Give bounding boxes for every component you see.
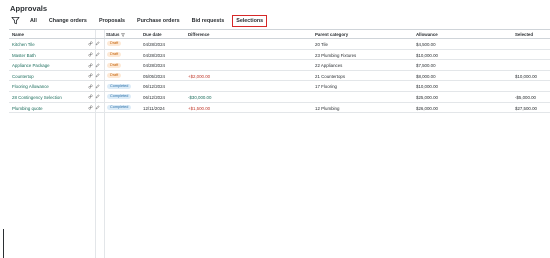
row-due-date: 06/12/2024 — [143, 94, 165, 100]
row-due-date: 12/11/2024 — [143, 105, 165, 111]
row-due-date: 06/12/2024 — [143, 84, 165, 90]
row-parent-category: 12 Plumbing — [315, 105, 340, 111]
row-name[interactable]: Plumbing quote — [12, 106, 43, 111]
status-badge: Draft — [107, 62, 122, 68]
edit-icon[interactable] — [95, 105, 100, 110]
row-allowance: $7,500.00 — [416, 63, 436, 69]
edit-icon[interactable] — [95, 73, 100, 78]
row-difference: +$1,500.00 — [188, 105, 211, 111]
table-header: Name Status Due date Difference Parent c… — [9, 29, 550, 39]
column-header-status-label: Status — [106, 32, 120, 37]
row-parent-category: 22 Appliances — [315, 63, 343, 69]
row-due-date: 04/28/2024 — [143, 52, 165, 58]
table-row[interactable]: 28 Contingency Selection Completed 06/12… — [9, 92, 550, 103]
link-icon[interactable] — [88, 105, 93, 110]
column-header-parent-category[interactable]: Parent category — [315, 32, 348, 37]
column-header-name[interactable]: Name — [12, 32, 24, 37]
row-selected: $10,000.00 — [515, 73, 537, 79]
tab-bid-requests[interactable]: Bid requests — [188, 16, 229, 26]
row-selected: $27,500.00 — [515, 105, 537, 111]
window-edge-marker — [3, 229, 4, 258]
row-name[interactable]: Appliance Package — [12, 63, 50, 68]
table-row[interactable]: Master Bath Draft 04/28/2024 23 Plumbing… — [9, 50, 550, 61]
row-name[interactable]: Countertop — [12, 74, 34, 79]
tab-purchase-orders[interactable]: Purchase orders — [133, 16, 184, 26]
row-allowance: $8,000.00 — [416, 73, 436, 79]
row-due-date: 05/05/2024 — [143, 73, 165, 79]
link-icon[interactable] — [88, 63, 93, 68]
status-badge: Completed — [107, 94, 132, 100]
row-due-date: 04/28/2024 — [143, 42, 165, 47]
column-header-due-date[interactable]: Due date — [143, 32, 162, 37]
column-header-selected[interactable]: Selected — [515, 32, 533, 37]
tab-change-orders[interactable]: Change orders — [45, 16, 91, 26]
row-parent-category: 17 Flooring — [315, 84, 337, 90]
link-icon[interactable] — [88, 52, 93, 57]
row-name[interactable]: Flooring Allowance — [12, 84, 49, 89]
edit-icon[interactable] — [95, 94, 100, 99]
row-actions — [88, 84, 100, 89]
table-row[interactable]: Plumbing quote Completed 12/11/2024 +$1,… — [9, 103, 550, 114]
edit-icon[interactable] — [95, 52, 100, 57]
status-badge: Draft — [107, 41, 122, 47]
edit-icon[interactable] — [95, 84, 100, 89]
row-allowance: $26,000.00 — [416, 105, 438, 111]
status-badge: Completed — [107, 83, 132, 89]
row-allowance: $25,000.00 — [416, 94, 438, 100]
column-header-allowance[interactable]: Allowance — [416, 32, 438, 37]
column-header-status[interactable]: Status — [106, 32, 126, 37]
row-parent-category: 23 Plumbing Fixtures — [315, 52, 357, 58]
row-name[interactable]: 28 Contingency Selection — [12, 95, 62, 100]
row-allowance: $10,000.00 — [416, 52, 438, 58]
table-row[interactable]: Flooring Allowance Completed 06/12/2024 … — [9, 81, 550, 92]
row-actions — [88, 62, 100, 68]
table-row[interactable]: Countertop Draft 05/05/2024 +$2,000.00 2… — [9, 71, 550, 82]
row-actions — [88, 41, 100, 46]
approval-tabs: All Change orders Proposals Purchase ord… — [10, 14, 271, 27]
edit-icon[interactable] — [95, 62, 100, 68]
row-name[interactable]: Kitchen Tile — [12, 42, 35, 47]
row-difference: +$2,000.00 — [188, 73, 211, 79]
status-badge: Draft — [107, 73, 122, 79]
selections-table: Name Status Due date Difference Parent c… — [9, 29, 550, 114]
row-actions — [88, 105, 100, 110]
row-actions — [88, 52, 100, 57]
link-icon[interactable] — [88, 94, 93, 99]
status-badge: Completed — [107, 104, 132, 110]
page-title: Approvals — [10, 4, 48, 13]
row-selected: -$5,000.00 — [515, 94, 536, 100]
tab-all[interactable]: All — [26, 16, 41, 26]
tab-proposals[interactable]: Proposals — [95, 16, 129, 26]
table-row[interactable]: Appliance Package Draft 04/28/2024 22 Ap… — [9, 60, 550, 71]
edit-icon[interactable] — [95, 41, 100, 46]
row-difference: -$30,000.00 — [188, 94, 212, 100]
row-allowance: $4,500.00 — [416, 42, 436, 47]
row-actions — [88, 73, 100, 78]
table-row[interactable]: Kitchen Tile Draft 04/28/2024 20 Tile $4… — [9, 39, 550, 50]
status-badge: Draft — [107, 51, 122, 57]
tab-selections[interactable]: Selections — [232, 14, 268, 27]
row-actions — [88, 94, 100, 99]
column-header-difference[interactable]: Difference — [188, 32, 209, 37]
row-name[interactable]: Master Bath — [12, 53, 36, 58]
row-allowance: $10,000.00 — [416, 84, 438, 90]
link-icon[interactable] — [88, 84, 93, 89]
row-parent-category: 20 Tile — [315, 42, 328, 47]
filter-icon[interactable] — [10, 16, 20, 26]
row-parent-category: 21 Countertops — [315, 73, 346, 79]
filter-icon[interactable] — [121, 33, 126, 37]
link-icon[interactable] — [88, 41, 93, 46]
row-due-date: 04/28/2024 — [143, 63, 165, 69]
link-icon[interactable] — [88, 73, 93, 78]
